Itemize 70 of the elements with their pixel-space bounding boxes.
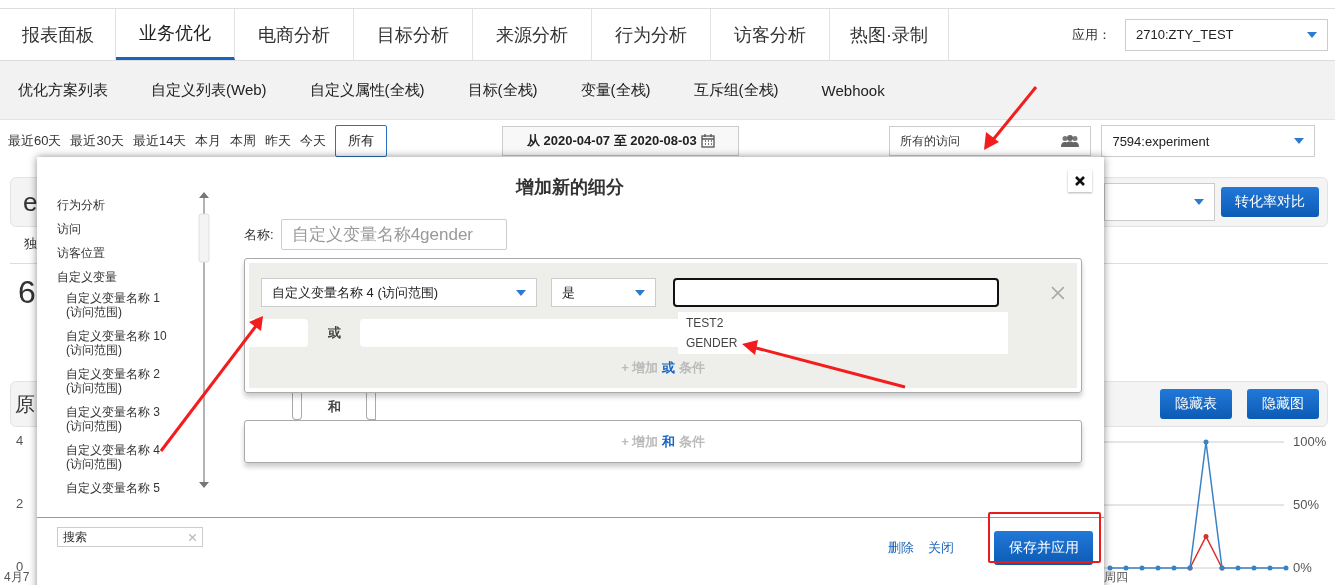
axis-tick-label: 4 [16, 433, 24, 448]
card-title: e [23, 189, 38, 215]
value-input[interactable] [673, 278, 1000, 307]
variable-item[interactable]: 自定义变量名称 1 (访问范围) [57, 291, 178, 319]
caret-icon [1294, 138, 1305, 144]
segment-select[interactable]: 所有的访问 [889, 126, 1092, 156]
sub-nav-item[interactable]: Webhook [821, 81, 885, 99]
app-label: 应用： [1072, 25, 1111, 44]
date-range-option[interactable]: 本月 [195, 132, 222, 150]
sub-nav-item[interactable]: 变量(全栈) [580, 80, 651, 100]
nav-tab[interactable]: 业务优化 [116, 9, 235, 60]
or-connector-label: 或 [326, 324, 342, 342]
users-icon [1060, 135, 1081, 147]
caret-icon [1307, 31, 1317, 38]
field-select[interactable]: 自定义变量名称 4 (访问范围) [261, 278, 537, 307]
and-connector-label: 和 [326, 397, 342, 416]
date-range-option[interactable]: 最近60天 [8, 132, 62, 150]
compare-button[interactable]: 转化率对比 [1221, 187, 1319, 217]
sub-nav-item[interactable]: 互斥组(全栈) [693, 80, 779, 100]
scrollbar[interactable] [197, 190, 211, 490]
annotation-arrow [984, 86, 1038, 150]
axis-tick-label: 0% [1293, 560, 1312, 575]
date-range-option[interactable]: 最近14天 [132, 132, 187, 150]
date-range-option[interactable]: 所有 [335, 125, 388, 157]
variable-item[interactable]: 自定义变量名称 3 (访问范围) [57, 405, 178, 433]
section-title: 原 [15, 394, 35, 414]
axis-tick-label: 50% [1293, 497, 1320, 512]
delete-link[interactable]: 删除 [888, 539, 914, 557]
caret-icon [515, 289, 526, 296]
experiment-select[interactable]: 7594:experiment [1101, 125, 1316, 157]
dialog-title: 增加新的细分 [516, 176, 624, 199]
axis-tick-label: 2 [16, 496, 24, 511]
operator-select[interactable]: 是 [550, 278, 657, 307]
hide-table-button[interactable]: 隐藏表 [1160, 389, 1232, 419]
date-range-option[interactable]: 最近30天 [70, 132, 124, 150]
sub-nav-item[interactable]: 自定义属性(全栈) [309, 80, 425, 100]
app-select[interactable]: 2710:ZTY_TEST [1125, 18, 1328, 51]
axis-tick-label: 100% [1293, 434, 1327, 449]
date-range-option[interactable]: 昨天 [265, 132, 292, 150]
variable-item[interactable]: 自定义变量名称 4 (访问范围) [57, 443, 178, 471]
date-range-option[interactable]: 本周 [230, 132, 257, 150]
add-and-condition-link[interactable]: + 增加 和 条件 [621, 432, 705, 451]
caret-icon [635, 289, 646, 296]
sub-nav-item[interactable]: 目标(全栈) [467, 80, 538, 100]
variable-item[interactable]: 自定义变量名称 10 (访问范围) [57, 329, 178, 357]
variable-item[interactable]: 自定义变量名称 2 (访问范围) [57, 367, 178, 395]
date-range-picker[interactable]: 从 2020-04-07 至 2020-08-03 [502, 126, 740, 156]
metric-value: 6 [17, 274, 36, 312]
connector-bar [249, 319, 308, 347]
dropdown-field[interactable] [1104, 183, 1215, 221]
date-range-option[interactable]: 今天 [300, 132, 327, 150]
category-item[interactable]: 访问 [57, 217, 192, 241]
sub-nav-item[interactable]: 优化方案列表 [18, 80, 108, 100]
hide-chart-button[interactable]: 隐藏图 [1247, 389, 1319, 419]
caret-icon [1194, 199, 1204, 205]
sub-nav-item[interactable]: 自定义列表(Web) [151, 80, 267, 100]
save-apply-button[interactable]: 保存并应用 [994, 531, 1093, 565]
category-item[interactable]: 自定义变量 [57, 265, 192, 289]
suggestion-item[interactable]: TEST2 [686, 316, 1000, 330]
name-label: 名称: [244, 225, 274, 244]
axis-day-label: 周四 [1104, 570, 1128, 584]
close-link[interactable]: 关闭 [928, 539, 954, 557]
close-icon [1075, 176, 1085, 186]
calendar-icon [700, 134, 715, 148]
category-item[interactable]: 行为分析 [57, 193, 192, 217]
variable-item[interactable]: 自定义变量名称 5 [57, 481, 178, 495]
close-button[interactable] [1068, 170, 1092, 192]
suggestion-item[interactable]: GENDER [686, 336, 1000, 350]
search-field[interactable]: 搜索 [57, 527, 203, 547]
category-item[interactable]: 访客位置 [57, 241, 192, 265]
